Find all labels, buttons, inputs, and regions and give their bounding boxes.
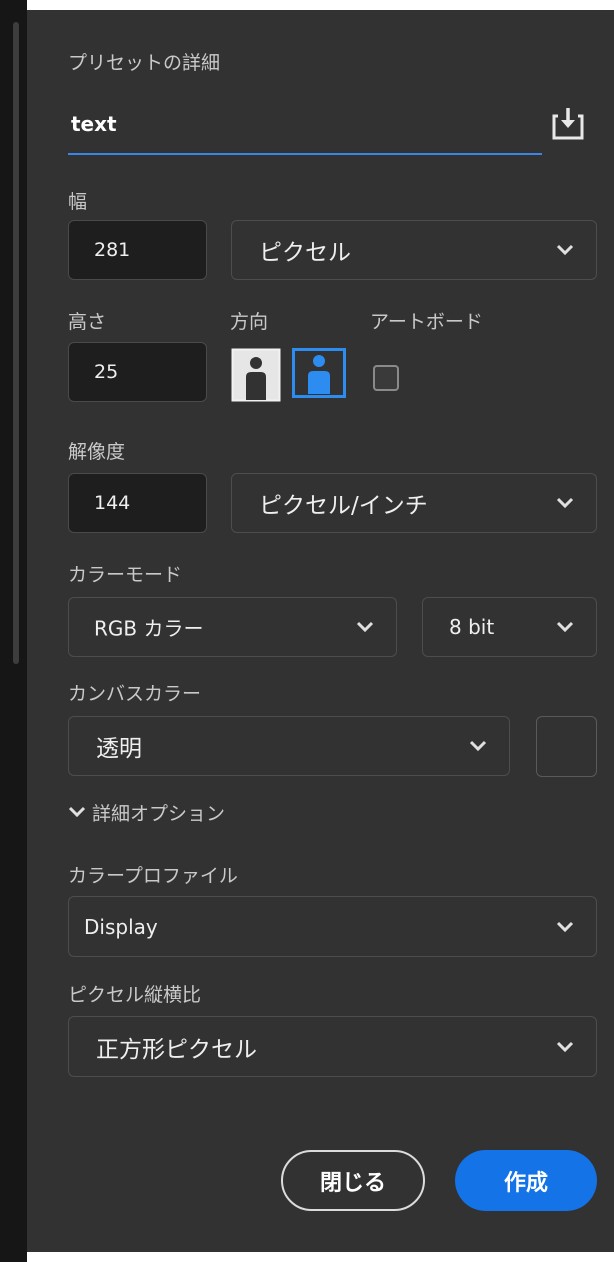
chevron-down-icon bbox=[556, 621, 574, 633]
width-input[interactable]: 281 bbox=[68, 220, 207, 280]
advanced-options-toggle[interactable]: 詳細オプション bbox=[68, 799, 225, 825]
artboard-checkbox[interactable] bbox=[373, 365, 399, 391]
canvas-color-dropdown[interactable]: 透明 bbox=[68, 716, 510, 776]
resolution-value: 144 bbox=[94, 492, 131, 514]
resolution-label: 解像度 bbox=[68, 441, 126, 463]
orientation-label: 方向 bbox=[230, 311, 269, 333]
height-label: 高さ bbox=[68, 311, 107, 333]
create-button[interactable]: 作成 bbox=[455, 1150, 597, 1211]
canvas-color-value: 透明 bbox=[96, 736, 142, 762]
resolution-unit-value: ピクセル/インチ bbox=[259, 493, 428, 519]
resolution-unit-dropdown[interactable]: ピクセル/インチ bbox=[231, 473, 597, 533]
color-profile-label: カラープロファイル bbox=[68, 865, 238, 887]
canvas-color-label: カンバスカラー bbox=[68, 683, 202, 705]
height-value: 25 bbox=[94, 361, 119, 383]
width-unit-value: ピクセル bbox=[259, 240, 351, 266]
close-button[interactable]: 閉じる bbox=[281, 1150, 425, 1211]
landscape-icon[interactable] bbox=[292, 348, 346, 398]
preset-heading: プリセットの詳細 bbox=[68, 52, 221, 74]
new-document-panel: プリセットの詳細 text 幅 281 ピクセル 高さ 方向 アートボード 25… bbox=[27, 10, 614, 1252]
chevron-down-icon bbox=[356, 621, 374, 633]
preset-name-field[interactable]: text bbox=[68, 108, 542, 156]
canvas-color-swatch[interactable] bbox=[536, 716, 597, 777]
color-mode-value: RGB カラー bbox=[94, 616, 204, 641]
resolution-input[interactable]: 144 bbox=[68, 473, 207, 533]
advanced-options-label: 詳細オプション bbox=[92, 802, 226, 825]
chevron-down-icon bbox=[556, 497, 574, 509]
height-input[interactable]: 25 bbox=[68, 342, 207, 402]
chevron-down-icon bbox=[556, 921, 574, 932]
preset-name-value: text bbox=[71, 112, 117, 136]
bit-depth-value: 8 bit bbox=[449, 615, 495, 639]
portrait-icon[interactable] bbox=[231, 348, 281, 402]
width-label: 幅 bbox=[68, 191, 88, 213]
pixel-aspect-dropdown[interactable]: 正方形ピクセル bbox=[68, 1016, 597, 1077]
artboard-label: アートボード bbox=[370, 311, 483, 333]
bit-depth-dropdown[interactable]: 8 bit bbox=[422, 597, 597, 657]
scrollbar-thumb[interactable] bbox=[13, 22, 19, 664]
save-preset-icon[interactable] bbox=[552, 106, 584, 140]
preset-name-underline bbox=[68, 153, 542, 155]
scroll-rail bbox=[0, 0, 27, 1262]
width-unit-dropdown[interactable]: ピクセル bbox=[231, 220, 597, 280]
color-mode-dropdown[interactable]: RGB カラー bbox=[68, 597, 397, 657]
width-value: 281 bbox=[94, 239, 131, 261]
color-mode-label: カラーモード bbox=[68, 564, 183, 586]
chevron-down-icon bbox=[556, 244, 574, 256]
chevron-down-icon bbox=[469, 740, 487, 752]
pixel-aspect-label: ピクセル縦横比 bbox=[68, 984, 202, 1006]
chevron-down-icon bbox=[556, 1041, 574, 1052]
chevron-down-icon bbox=[68, 806, 86, 818]
pixel-aspect-value: 正方形ピクセル bbox=[96, 1036, 257, 1063]
color-profile-dropdown[interactable]: Display bbox=[68, 896, 597, 957]
color-profile-value: Display bbox=[84, 914, 158, 939]
